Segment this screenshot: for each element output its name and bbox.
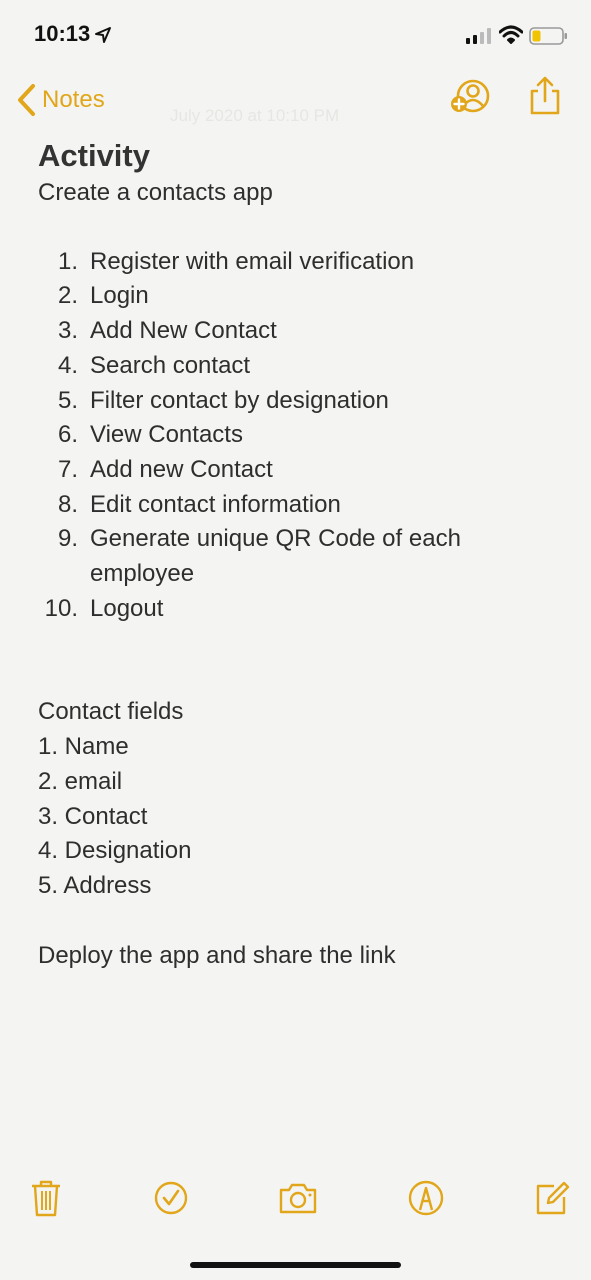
list-item: 5. Filter contact by designation xyxy=(57,386,389,414)
note-footer: Deploy the app and share the link xyxy=(38,941,396,969)
back-button[interactable]: Notes xyxy=(16,78,105,122)
list-item: 9. Generate unique QR Code of each employ… xyxy=(57,525,461,588)
field-item: 3. Contact xyxy=(38,802,148,830)
note-date: July 2020 at 10:10 PM xyxy=(170,106,340,125)
list-item: 8. Edit contact information xyxy=(57,490,341,518)
checklist-icon[interactable] xyxy=(151,1178,191,1218)
wifi-icon xyxy=(499,25,523,44)
cellular-signal-icon xyxy=(466,28,491,44)
list-item: 3. Add New Contact xyxy=(57,317,277,345)
field-item: 4. Designation xyxy=(38,837,192,865)
list-item: 6. View Contacts xyxy=(57,421,243,449)
compose-icon[interactable] xyxy=(532,1178,572,1218)
note-title: Activity xyxy=(38,138,150,173)
status-bar: 10:13 xyxy=(0,0,591,70)
list-item: 4. Search contact xyxy=(57,351,251,379)
field-item: 2. email xyxy=(38,767,123,795)
location-arrow-icon xyxy=(95,27,111,43)
list-item: 7. Add new Contact xyxy=(57,455,273,483)
list-item: 10. Logout xyxy=(44,594,164,622)
list-item: 2. Login xyxy=(57,282,149,310)
field-item: 5. Address xyxy=(38,871,152,899)
list-item: 1. Register with email verification xyxy=(57,247,415,275)
note-subtitle: Create a contacts app xyxy=(38,179,273,206)
share-icon[interactable] xyxy=(523,74,567,118)
fields-heading: Contact fields xyxy=(38,698,184,726)
home-indicator[interactable] xyxy=(190,1262,401,1268)
navigation-bar: Notes July 2020 at 10:10 PM xyxy=(0,70,591,130)
camera-icon[interactable] xyxy=(278,1178,318,1218)
bottom-toolbar xyxy=(0,1170,591,1230)
status-time: 10:13 xyxy=(34,21,91,46)
note-content[interactable]: Activity Create a contacts app 1. Registe… xyxy=(38,136,558,973)
steps-list: 1. Register with email verification 2. Log… xyxy=(38,245,558,627)
add-person-icon[interactable] xyxy=(447,74,491,118)
back-label: Notes xyxy=(42,86,105,113)
trash-icon[interactable] xyxy=(26,1178,66,1218)
battery-icon xyxy=(529,27,567,45)
markup-pen-icon[interactable] xyxy=(406,1178,446,1218)
field-item: 1. Name xyxy=(38,733,129,761)
chevron-left-icon xyxy=(18,84,35,116)
